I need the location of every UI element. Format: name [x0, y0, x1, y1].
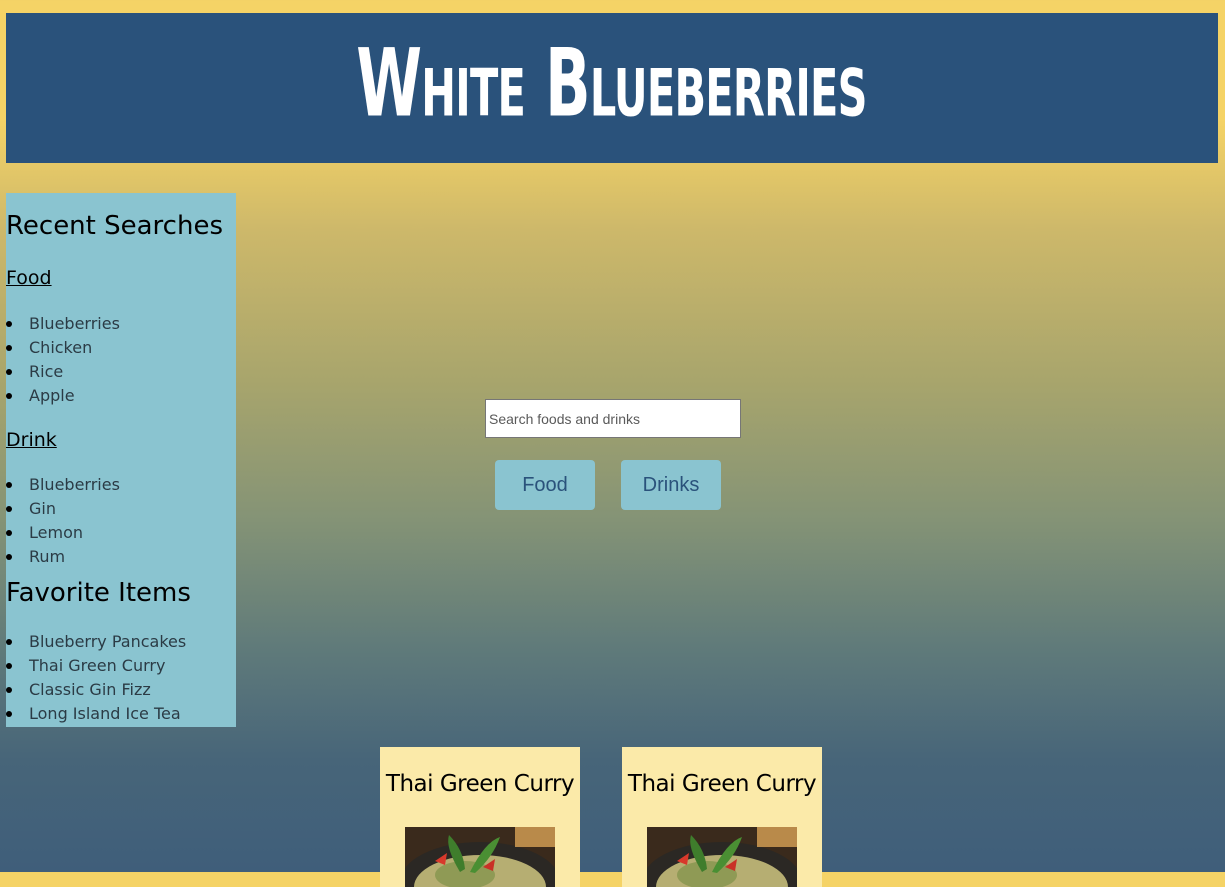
recent-drink-item[interactable]: Gin [6, 497, 120, 521]
recent-drink-item[interactable]: Blueberries [6, 473, 120, 497]
curry-image [647, 827, 797, 887]
recent-food-item[interactable]: Apple [6, 384, 120, 408]
drinks-search-button[interactable]: Drinks [621, 460, 721, 510]
favorite-items-heading: Favorite Items [6, 578, 191, 608]
favorite-item[interactable]: Classic Gin Fizz [6, 678, 186, 702]
favorite-item[interactable]: Blueberry Pancakes [6, 630, 186, 654]
drink-heading[interactable]: Drink [6, 429, 57, 451]
favorite-items-list: Blueberry Pancakes Thai Green Curry Clas… [6, 630, 186, 726]
favorite-item[interactable]: Long Island Ice Tea [6, 702, 186, 726]
site-title: White Blueberries [356, 28, 868, 139]
recent-drink-item[interactable]: Lemon [6, 521, 120, 545]
card-title: Thai Green Curry [385, 771, 575, 797]
result-card[interactable]: Thai Green Curry [380, 747, 580, 887]
food-search-button[interactable]: Food [495, 460, 595, 510]
sidebar: Recent Searches Food Blueberries Chicken… [6, 193, 236, 727]
favorite-item[interactable]: Thai Green Curry [6, 654, 186, 678]
search-input[interactable] [485, 399, 741, 438]
recent-drink-item[interactable]: Rum [6, 545, 120, 569]
food-heading[interactable]: Food [6, 267, 52, 289]
site-header: White Blueberries [6, 13, 1218, 163]
recent-searches-heading: Recent Searches [6, 211, 223, 241]
curry-image [405, 827, 555, 887]
recent-food-list: Blueberries Chicken Rice Apple [6, 312, 120, 408]
recent-food-item[interactable]: Chicken [6, 336, 120, 360]
recent-food-item[interactable]: Blueberries [6, 312, 120, 336]
result-card[interactable]: Thai Green Curry [622, 747, 822, 887]
recent-drink-list: Blueberries Gin Lemon Rum [6, 473, 120, 569]
card-title: Thai Green Curry [627, 771, 817, 797]
recent-food-item[interactable]: Rice [6, 360, 120, 384]
